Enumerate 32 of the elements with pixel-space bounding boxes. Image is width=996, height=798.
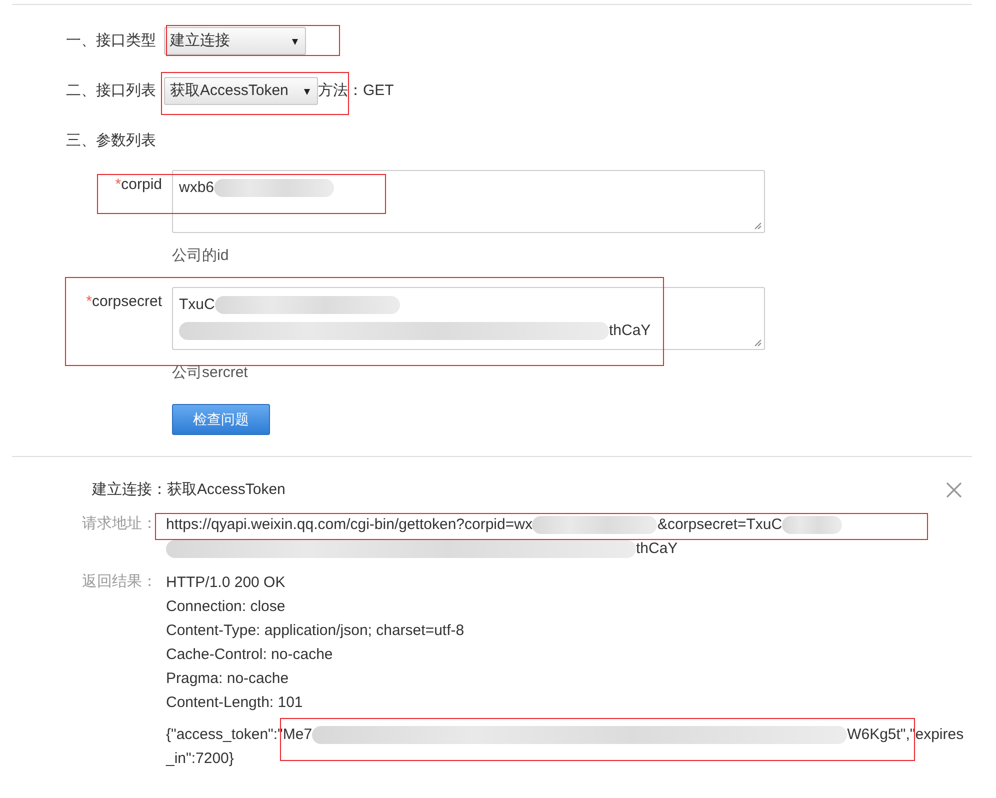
row-label: 一、接口类型 — [66, 30, 156, 51]
field-label: 返回结果： — [82, 572, 158, 592]
url-text: thCaY — [636, 540, 678, 556]
response-line: Content-Type: application/json; charset=utf-8 — [166, 620, 466, 640]
param-label: *corpid — [114, 175, 162, 195]
close-icon[interactable] — [946, 482, 962, 498]
dropdown-select[interactable]: 建立连接 — [164, 27, 306, 55]
row-label: 二、接口列表 — [66, 80, 156, 101]
url-text: https://qyapi.weixin.qq.com/cgi-bin/gettoken?corpid=wx — [166, 516, 532, 532]
section-heading: 三、参数列表 — [66, 130, 157, 151]
dropdown-select[interactable]: 获取AccessToken — [164, 77, 318, 105]
caret-icon — [304, 89, 310, 95]
resize-grip-icon[interactable] — [754, 339, 762, 347]
param-label: *corpsecret — [85, 292, 162, 312]
field-label: 请求地址： — [82, 514, 158, 534]
blurred-redaction — [782, 516, 842, 534]
text-area-field[interactable]: TxuC thCaY — [172, 287, 765, 350]
field-value: thCaY — [609, 322, 651, 339]
response-line: Pragma: no-cache — [166, 668, 290, 688]
caret-icon — [292, 39, 298, 45]
text-area-field[interactable]: wxb6 — [172, 170, 765, 233]
url-text: &corpsecret=TxuC — [657, 516, 782, 532]
result-title: 建立连接：获取AccessToken — [92, 480, 286, 500]
field-value: TxuC — [179, 296, 215, 313]
response-line: HTTP/1.0 200 OK — [166, 572, 286, 592]
response-line: Connection: close — [166, 596, 286, 616]
response-line: Cache-Control: no-cache — [166, 644, 334, 664]
resize-grip-icon[interactable] — [754, 222, 762, 230]
method-label: 方法：GET — [318, 80, 394, 101]
field-value: wxb6 — [179, 179, 214, 196]
field-hint: 公司的id — [172, 246, 230, 266]
response-line: Content-Length: 101 — [166, 692, 304, 712]
